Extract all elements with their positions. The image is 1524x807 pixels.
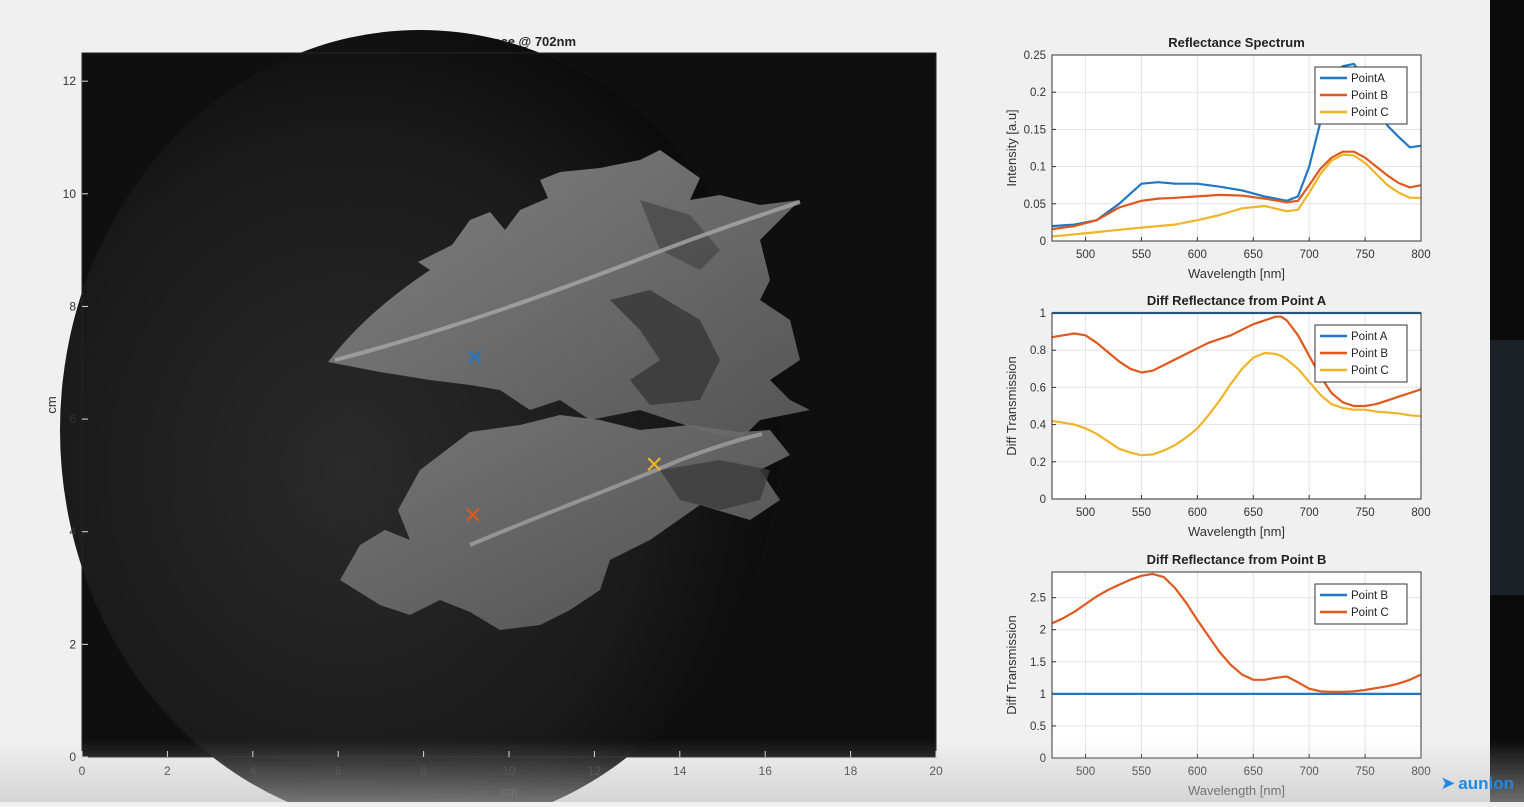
x-tick-label: 500 — [1076, 507, 1095, 519]
image-x-tick-label: 16 — [759, 764, 773, 778]
y-tick-label: 1 — [1040, 689, 1046, 701]
x-tick-label: 500 — [1076, 766, 1095, 778]
reflectance-spectrum-chart: 500 550 600 650 700 750 800 0 0.05 0.1 0.15 0.2 0.25… — [1004, 35, 1431, 281]
y-tick-label: 2.5 — [1030, 593, 1046, 605]
y-tick-label: 0.8 — [1030, 345, 1046, 357]
x-axis-label: Wavelength [nm] — [1188, 266, 1285, 281]
y-tick-label: 0 — [1040, 236, 1046, 248]
legend-entry-1: Point B — [1351, 590, 1388, 602]
image-x-tick-label: 20 — [929, 764, 943, 778]
legend-entry-1: PointA — [1351, 73, 1385, 85]
watermark-logo: ➤ aunion — [1440, 773, 1514, 793]
y-tick-label: 0.15 — [1024, 124, 1046, 136]
x-tick-label: 750 — [1355, 249, 1374, 261]
image-x-tick-label: 14 — [673, 764, 687, 778]
image-y-axis-label: cm — [44, 396, 59, 413]
legend-entry-2: Point B — [1351, 348, 1388, 360]
diff-reflectance-point-a-chart: 500 550 600 650 700 750 800 0 0.2 0.4 0.6 0.8 1 Diff … — [1004, 293, 1431, 539]
x-tick-label: 550 — [1132, 766, 1151, 778]
image-x-tick-label: 0 — [79, 764, 86, 778]
legend-entry-1: Point A — [1351, 331, 1388, 343]
legend-entry-3: Point C — [1351, 365, 1389, 377]
figure-canvas: Reflectance @ 702nm 0 2 4 6 8 10 12 14 16 18 20024… — [44, 30, 1431, 807]
x-tick-label: 750 — [1355, 507, 1374, 519]
x-tick-label: 650 — [1244, 249, 1263, 261]
x-tick-label: 600 — [1188, 507, 1207, 519]
y-tick-label: 0.2 — [1030, 87, 1046, 99]
image-x-tick-label: 18 — [844, 764, 858, 778]
image-x-axis-label: cm — [500, 784, 517, 799]
x-tick-label: 750 — [1355, 766, 1374, 778]
image-y-tick-label: 12 — [63, 74, 77, 88]
matlab-figure: Reflectance @ 702nm 0 2 4 6 8 10 12 14 16 18 20 0 2 4… — [0, 0, 1490, 807]
legend-entry-2: Point B — [1351, 90, 1388, 102]
legend: PointA Point B Point C — [1314, 66, 1408, 125]
side-dark-strip — [1490, 0, 1524, 802]
x-axis-label: Wavelength [nm] — [1188, 783, 1285, 798]
y-tick-label: 0.4 — [1030, 420, 1047, 432]
image-y-tick-label: 0 — [69, 750, 76, 764]
y-axis-label: Diff Transmission — [1004, 356, 1019, 455]
y-tick-label: 0.2 — [1030, 457, 1046, 469]
y-tick-label: 0.25 — [1024, 50, 1046, 62]
y-tick-label: 1 — [1040, 308, 1046, 320]
x-tick-label: 800 — [1411, 766, 1430, 778]
image-x-tick-label: 10 — [502, 764, 516, 778]
x-tick-label: 700 — [1300, 249, 1319, 261]
image-x-tick-label: 4 — [249, 764, 256, 778]
y-axis-label: Intensity [a.u] — [1004, 109, 1019, 186]
x-tick-label: 550 — [1132, 249, 1151, 261]
y-tick-label: 0 — [1040, 494, 1046, 506]
x-tick-label: 650 — [1244, 507, 1263, 519]
x-tick-label: 700 — [1300, 766, 1319, 778]
image-x-tick-label: 8 — [420, 764, 427, 778]
diff-reflectance-point-b-chart: 500 550 600 650 700 750 800 0 0.5 1 1.5 2 2.5 Diff Re… — [1004, 552, 1431, 798]
x-tick-label: 700 — [1300, 507, 1319, 519]
y-tick-label: 0.5 — [1030, 721, 1046, 733]
x-tick-label: 550 — [1132, 507, 1151, 519]
x-tick-label: 800 — [1411, 249, 1430, 261]
image-y-tick-label: 2 — [69, 637, 76, 651]
chart-title: Diff Reflectance from Point B — [1147, 552, 1327, 567]
y-axis-label: Diff Transmission — [1004, 615, 1019, 714]
x-tick-label: 500 — [1076, 249, 1095, 261]
reflectance-image-panel: Reflectance @ 702nm 0 2 4 6 8 10 12 14 16 18 20024… — [44, 30, 943, 807]
y-tick-label: 0.05 — [1024, 199, 1046, 211]
y-tick-label: 0 — [1040, 753, 1046, 765]
y-tick-label: 2 — [1040, 625, 1046, 637]
x-tick-label: 600 — [1188, 766, 1207, 778]
legend-entry-3: Point C — [1351, 107, 1389, 119]
y-tick-label: 0.1 — [1030, 162, 1046, 174]
image-y-tick-label: 6 — [69, 412, 76, 426]
image-x-tick-label: 6 — [335, 764, 342, 778]
x-axis-label: Wavelength [nm] — [1188, 524, 1285, 539]
chart-title: Reflectance Spectrum — [1168, 35, 1305, 50]
x-tick-label: 600 — [1188, 249, 1207, 261]
y-tick-label: 1.5 — [1030, 657, 1046, 669]
image-y-tick-label: 8 — [69, 299, 76, 313]
legend: Point A Point B Point C — [1314, 324, 1408, 383]
legend: Point B Point C — [1314, 583, 1408, 625]
x-tick-label: 650 — [1244, 766, 1263, 778]
paper-plane-icon: ➤ — [1440, 773, 1456, 793]
image-x-tick-label: 2 — [164, 764, 171, 778]
y-tick-label: 0.6 — [1030, 382, 1046, 394]
image-x-tick-label: 12 — [588, 764, 602, 778]
image-y-tick-label: 10 — [63, 187, 77, 201]
image-y-tick-label: 4 — [69, 525, 76, 539]
chart-title: Diff Reflectance from Point A — [1147, 293, 1327, 308]
x-tick-label: 800 — [1411, 507, 1430, 519]
legend-entry-2: Point C — [1351, 607, 1389, 619]
